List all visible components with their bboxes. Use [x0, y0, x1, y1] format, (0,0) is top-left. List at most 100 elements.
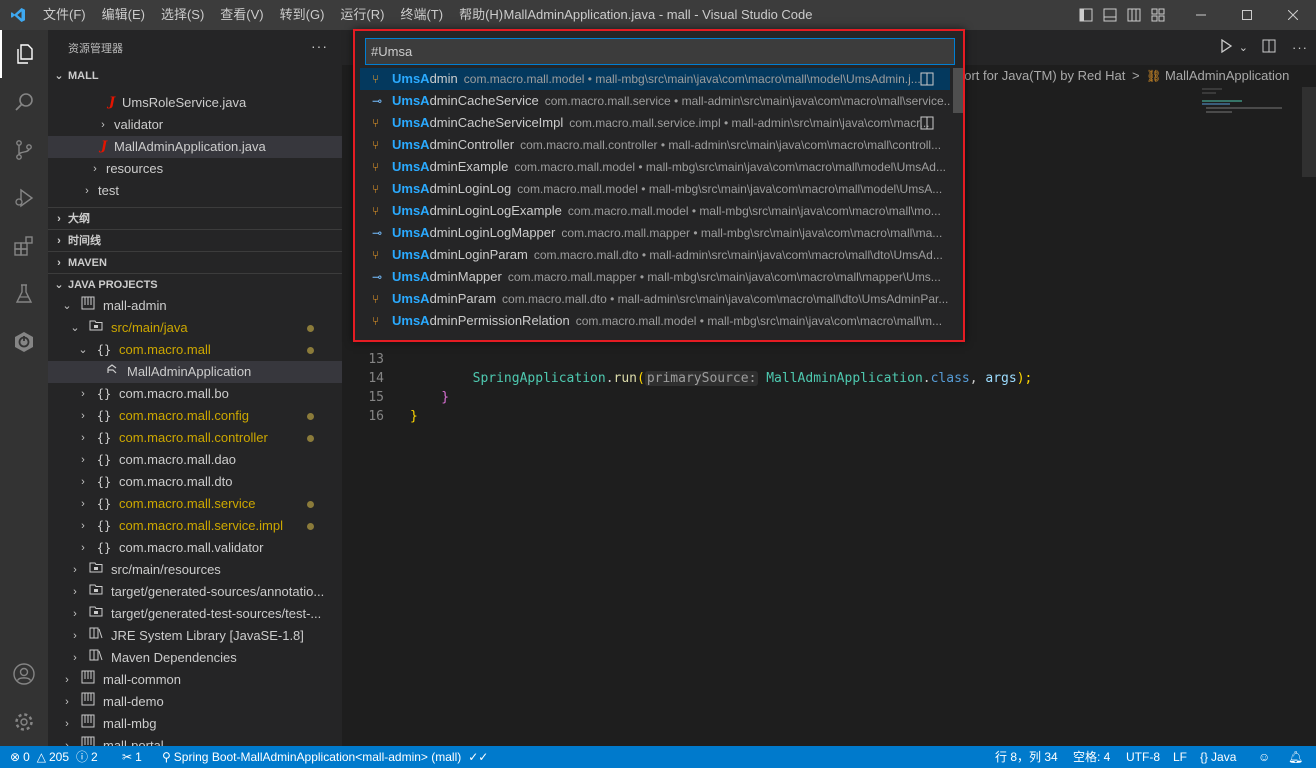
tree-item-package-dao[interactable]: › {} com.macro.mall.dao	[48, 449, 342, 471]
open-to-side-icon[interactable]	[920, 71, 936, 87]
result-item[interactable]: ⑂ UmsAdminController com.macro.mall.contro…	[360, 134, 950, 156]
quick-open-input[interactable]	[365, 38, 955, 65]
tree-item-package-bo[interactable]: › {} com.macro.mall.bo	[48, 383, 342, 405]
menu-file[interactable]: 文件(F)	[35, 0, 94, 30]
project-mall-demo[interactable]: › mall-demo	[48, 691, 342, 713]
editor-scrollbar[interactable]	[1302, 87, 1316, 177]
testing-icon[interactable]	[0, 270, 48, 318]
result-item[interactable]: ⑂ UmsAdminParam com.macro.mall.dto • mall-…	[360, 288, 950, 310]
tree-item-resources[interactable]: › resources	[48, 158, 342, 180]
run-debug-icon[interactable]	[0, 174, 48, 222]
tree-item-package-service[interactable]: › {} com.macro.mall.service	[48, 493, 342, 515]
menu-selection[interactable]: 选择(S)	[153, 0, 212, 30]
section-java-projects[interactable]: ⌄ JAVA PROJECTS	[48, 273, 342, 295]
tree-item-com-macro-mall[interactable]: ⌄ {} com.macro.mall	[48, 339, 342, 361]
maximize-icon[interactable]	[1224, 0, 1270, 30]
tree-item-test[interactable]: › test	[48, 180, 342, 202]
quick-open-scrollbar[interactable]	[953, 68, 963, 113]
result-item[interactable]: ⊸ UmsAdminCacheService com.macro.mall.serv…	[360, 90, 950, 112]
tree-item-jre-library[interactable]: › JRE System Library [JavaSE-1.8]	[48, 625, 342, 647]
breadcrumb-item[interactable]: MallAdminApplication	[1165, 68, 1289, 83]
tree-item-package-dto[interactable]: › {} com.macro.mall.dto	[48, 471, 342, 493]
code-line[interactable]: 14 }	[342, 350, 1316, 405]
tree-item-malladminapplication-class[interactable]: MallAdminApplication	[48, 361, 342, 383]
result-item[interactable]: ⑂ UmsAdminLoginLog com.macro.mall.model • …	[360, 178, 950, 200]
menu-run[interactable]: 运行(R)	[332, 0, 392, 30]
code-line[interactable]: 15 }	[342, 369, 1316, 424]
result-item[interactable]: ⑂ UmsAdmin com.macro.mall.model • mall-mbg…	[360, 68, 950, 90]
tools-status[interactable]: ✂ 1	[122, 746, 142, 768]
tree-item-src-main-java[interactable]: ⌄ src/main/java	[48, 317, 342, 339]
tree-item-validator[interactable]: › validator	[48, 114, 342, 136]
chevron-down-icon: ⌄	[78, 344, 88, 356]
section-outline[interactable]: › 大纲	[48, 207, 342, 229]
workspace-section-mall[interactable]: ⌄ MALL	[48, 65, 342, 87]
minimize-icon[interactable]	[1178, 0, 1224, 30]
chevron-right-icon: ›	[57, 213, 61, 225]
eol-status[interactable]: LF	[1173, 746, 1187, 768]
chevron-down-icon[interactable]: ⌄	[1239, 41, 1248, 54]
toggle-panel-icon[interactable]	[1098, 0, 1122, 30]
result-item[interactable]: ⑂ UmsAdminPermissionRelation com.macro.mal…	[360, 310, 950, 332]
tree-item-src-main-resources[interactable]: › src/main/resources	[48, 559, 342, 581]
split-editor-icon[interactable]	[1262, 39, 1276, 56]
tree-item-package-validator[interactable]: › {} com.macro.mall.validator	[48, 537, 342, 559]
tree-item-malladminapplication-java[interactable]: J MallAdminApplication.java	[48, 136, 342, 158]
spring-boot-dashboard-icon[interactable]	[0, 318, 48, 366]
project-mall-mbg[interactable]: › mall-mbg	[48, 713, 342, 735]
extensions-icon[interactable]	[0, 222, 48, 270]
result-item[interactable]: ⊸ UmsAdminLoginLogMapper com.macro.mall.ma…	[360, 222, 950, 244]
cursor-position[interactable]: 行 8，列 34	[995, 746, 1058, 768]
breadcrumb-item[interactable]: port for Java(TM) by Red Hat	[957, 68, 1125, 83]
result-item[interactable]: ⑂ UmsAdminExample com.macro.mall.model • m…	[360, 156, 950, 178]
menu-terminal[interactable]: 终端(T)	[392, 0, 451, 30]
code-line[interactable]: 16	[342, 388, 1316, 424]
more-actions-icon[interactable]: ···	[1292, 40, 1308, 55]
section-timeline[interactable]: › 时间线	[48, 229, 342, 251]
customize-layout-icon[interactable]	[1146, 0, 1170, 30]
settings-gear-icon[interactable]	[0, 698, 48, 746]
open-to-side-icon[interactable]	[920, 115, 936, 131]
result-item[interactable]: ⊸ UmsAdminMapper com.macro.mall.mapper • m…	[360, 266, 950, 288]
project-mall-portal[interactable]: › mall-portal	[48, 735, 342, 746]
run-java-icon[interactable]	[1219, 38, 1233, 56]
close-window-icon[interactable]	[1270, 0, 1316, 30]
encoding-status[interactable]: UTF-8	[1126, 746, 1160, 768]
minimap[interactable]	[1202, 87, 1302, 127]
accounts-icon[interactable]	[0, 650, 48, 698]
breadcrumb-separator: >	[1131, 68, 1140, 83]
section-maven[interactable]: › MAVEN	[48, 251, 342, 273]
menu-help[interactable]: 帮助(H)	[451, 0, 511, 30]
toggle-secondary-sidebar-icon[interactable]	[1122, 0, 1146, 30]
tree-item-generated-test-sources[interactable]: › target/generated-test-sources/test-...	[48, 603, 342, 625]
notifications-bell-icon[interactable]: 🔔︎	[1288, 746, 1303, 768]
source-control-icon[interactable]	[0, 126, 48, 174]
tree-item-generated-sources[interactable]: › target/generated-sources/annotatio...	[48, 581, 342, 603]
more-actions-icon[interactable]: ···	[311, 38, 328, 54]
tree-item-umsroleservice[interactable]: J UmsRoleService.java	[48, 92, 342, 114]
tree-item-maven-dependencies[interactable]: › Maven Dependencies	[48, 647, 342, 669]
project-mall-admin[interactable]: ⌄ mall-admin	[48, 295, 342, 317]
result-item[interactable]: ⑂ UmsAdminLoginParam com.macro.mall.dto • …	[360, 244, 950, 266]
search-icon[interactable]	[0, 78, 48, 126]
tree-item-label: mall-common	[103, 672, 182, 687]
tree-item-label: mall-demo	[103, 694, 164, 709]
result-item[interactable]: ⑂ UmsAdminLoginLogExample com.macro.mall.m…	[360, 200, 950, 222]
tree-item-package-config[interactable]: › {} com.macro.mall.config	[48, 405, 342, 427]
explorer-icon[interactable]	[0, 30, 48, 78]
menu-go[interactable]: 转到(G)	[272, 0, 333, 30]
language-status[interactable]: {} Java	[1200, 746, 1236, 768]
spring-boot-status[interactable]: ⚲ Spring Boot-MallAdminApplication<mall-a…	[162, 746, 488, 768]
interface-icon: ⊸	[372, 94, 383, 108]
feedback-icon[interactable]: ☺	[1258, 746, 1270, 768]
menu-view[interactable]: 查看(V)	[212, 0, 271, 30]
project-mall-common[interactable]: › mall-common	[48, 669, 342, 691]
tree-item-package-controller[interactable]: › {} com.macro.mall.controller	[48, 427, 342, 449]
indentation-status[interactable]: 空格: 4	[1073, 746, 1110, 768]
package-icon: {}	[96, 541, 112, 555]
menu-edit[interactable]: 编辑(E)	[94, 0, 153, 30]
toggle-sidebar-icon[interactable]	[1074, 0, 1098, 30]
result-item[interactable]: ⑂ UmsAdminCacheServiceImpl com.macro.mall.…	[360, 112, 950, 134]
problems-status[interactable]: ⊗ 0 △ 205 ⓘ 2	[10, 746, 98, 768]
tree-item-package-service-impl[interactable]: › {} com.macro.mall.service.impl	[48, 515, 342, 537]
